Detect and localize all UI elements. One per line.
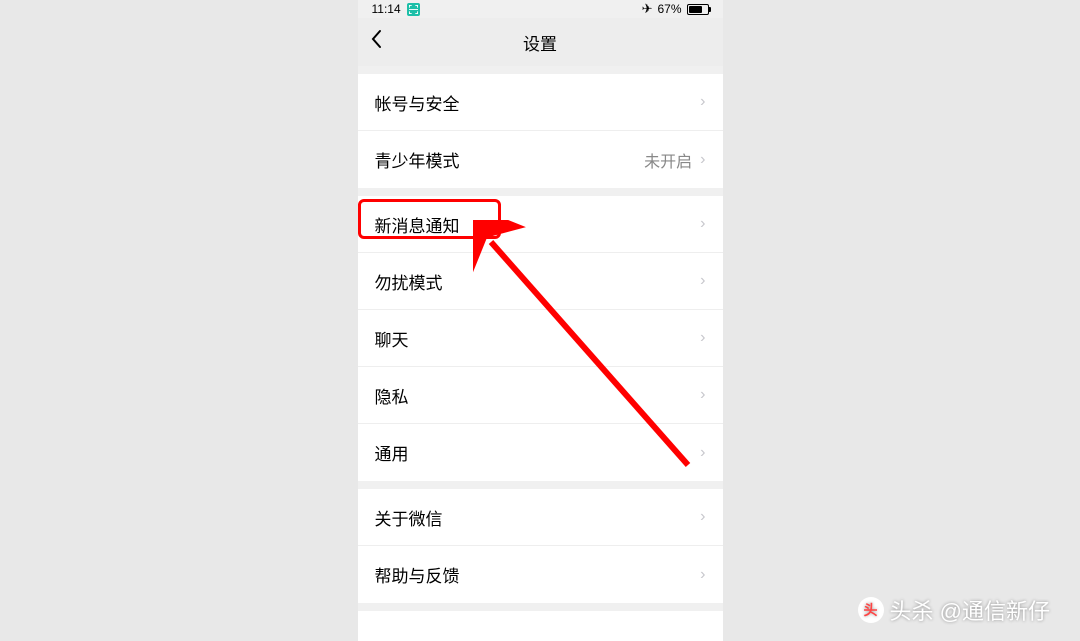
chevron-right-icon: › [700, 329, 705, 347]
row-label: 勿扰模式 [375, 269, 443, 294]
row-about-wechat[interactable]: 关于微信 › [358, 489, 723, 546]
row-help-feedback[interactable]: 帮助与反馈 › [358, 546, 723, 603]
settings-section-general: 新消息通知 › 勿扰模式 › 聊天 › 隐私 › 通用 › [358, 196, 723, 481]
phone-screen: 11:14 ✈ 67% 设置 帐号与安全 › 青少年模式 未开启 › [358, 0, 723, 634]
row-chat[interactable]: 聊天 › [358, 310, 723, 367]
watermark: 头 头杀 @通信新仔 [858, 594, 1050, 626]
row-label: 通用 [375, 440, 409, 465]
navigation-bar: 设置 [358, 18, 723, 66]
chevron-right-icon: › [700, 386, 705, 404]
status-time: 11:14 [372, 2, 401, 16]
row-label: 青少年模式 [375, 147, 460, 172]
row-partial[interactable] [358, 611, 723, 641]
row-teen-mode[interactable]: 青少年模式 未开启 › [358, 131, 723, 188]
row-account-security[interactable]: 帐号与安全 › [358, 74, 723, 131]
row-label: 关于微信 [375, 505, 443, 530]
row-label: 隐私 [375, 383, 409, 408]
settings-section-account: 帐号与安全 › 青少年模式 未开启 › [358, 74, 723, 188]
row-label: 聊天 [375, 326, 409, 351]
airplane-mode-icon: ✈ [642, 1, 653, 17]
status-bar: 11:14 ✈ 67% [358, 0, 723, 18]
nav-title: 设置 [358, 30, 723, 55]
settings-section-partial [358, 611, 723, 641]
back-button[interactable] [370, 29, 382, 55]
row-value: 未开启 [644, 148, 692, 172]
battery-icon [687, 4, 709, 15]
chevron-right-icon: › [700, 444, 705, 462]
watermark-text: 头杀 @通信新仔 [890, 594, 1050, 626]
watermark-icon: 头 [858, 597, 884, 623]
chevron-right-icon: › [700, 566, 705, 584]
row-label: 帮助与反馈 [375, 562, 460, 587]
row-new-message-notification[interactable]: 新消息通知 › [358, 196, 723, 253]
status-right: ✈ 67% [642, 1, 709, 17]
row-privacy[interactable]: 隐私 › [358, 367, 723, 424]
chevron-right-icon: › [700, 93, 705, 111]
chevron-right-icon: › [700, 215, 705, 233]
row-general[interactable]: 通用 › [358, 424, 723, 481]
row-do-not-disturb[interactable]: 勿扰模式 › [358, 253, 723, 310]
chevron-right-icon: › [700, 508, 705, 526]
settings-section-about: 关于微信 › 帮助与反馈 › [358, 489, 723, 603]
row-label: 新消息通知 [375, 212, 460, 237]
status-left: 11:14 [372, 2, 420, 16]
scan-icon [407, 3, 420, 16]
battery-percent: 67% [657, 2, 681, 16]
chevron-right-icon: › [700, 272, 705, 290]
chevron-right-icon: › [700, 151, 705, 169]
row-label: 帐号与安全 [375, 90, 460, 115]
